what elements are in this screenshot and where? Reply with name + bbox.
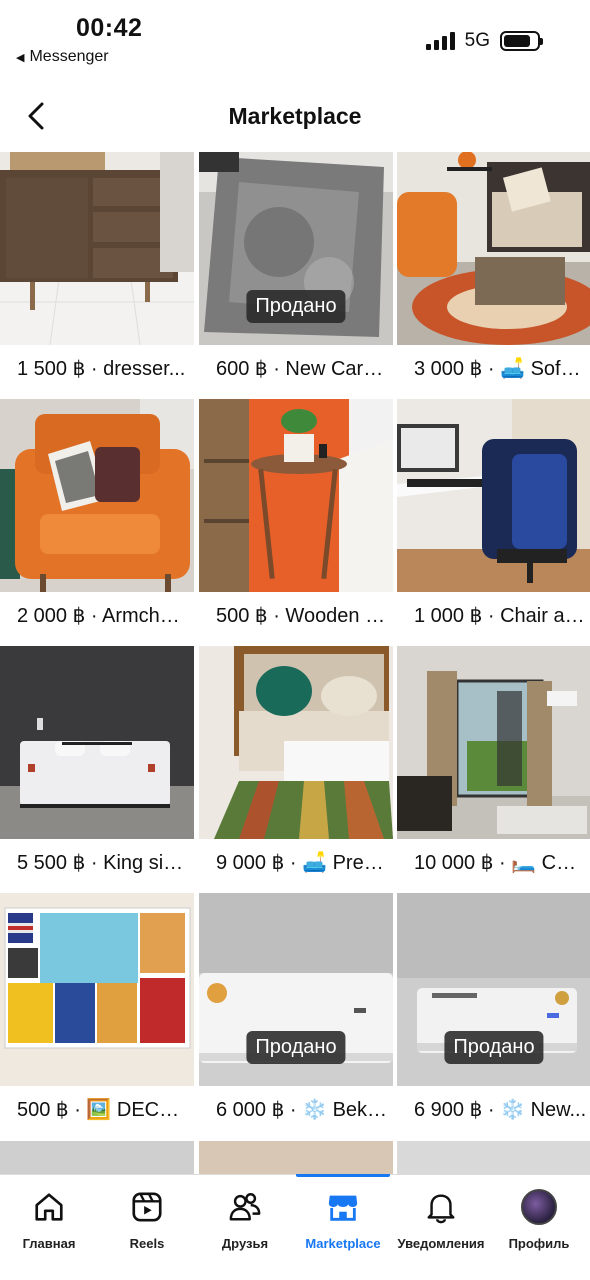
listing-photo <box>0 893 194 1086</box>
listing-card[interactable]: 10 000 ฿ · 🛏️ Condo... <box>397 646 590 893</box>
listing-photo: Продано <box>397 893 590 1086</box>
tab-home-label: Главная <box>22 1236 76 1251</box>
listing-card[interactable]: 3 000 ฿ · 🛋️ Sofa... <box>397 152 590 399</box>
status-time: 00:42 <box>76 14 143 42</box>
listing-card[interactable]: 1 000 ฿ · Chair and... <box>397 399 590 646</box>
listing-photo <box>199 399 393 592</box>
avatar <box>521 1189 557 1225</box>
listing-photo <box>397 646 590 839</box>
listing-caption: 6 000 ฿ · ❄️ Beko... <box>216 1099 393 1121</box>
listing-card[interactable]: Продано 6 000 ฿ · ❄️ Beko... <box>199 893 393 1140</box>
listing-photo: Продано <box>199 893 393 1086</box>
tab-reels[interactable]: Reels <box>98 1175 196 1265</box>
reels-icon <box>129 1189 165 1225</box>
listing-caption: 500 ฿ · Wooden table... <box>216 605 393 627</box>
listing-caption: 500 ฿ · 🖼️ DECOR... <box>17 1099 194 1121</box>
listing-photo: Продано <box>199 152 393 345</box>
listings-row: 500 ฿ · 🖼️ DECOR... Продано 6 000 ฿ · ❄️… <box>0 893 590 1140</box>
listing-card[interactable]: 2 000 ฿ · Armchair... <box>0 399 194 646</box>
back-to-app-link[interactable]: ◀ Messenger <box>16 48 109 66</box>
listing-card[interactable]: 5 500 ฿ · King size... <box>0 646 194 893</box>
signal-icon <box>425 32 455 50</box>
back-triangle-icon: ◀ <box>16 51 25 64</box>
tab-profile[interactable]: Профиль <box>490 1175 588 1265</box>
listing-card[interactable]: 1 500 ฿ · dresser... <box>0 152 194 399</box>
tab-home[interactable]: Главная <box>0 1175 98 1265</box>
listings-row: 2 000 ฿ · Armchair... 500 ฿ · Wooden tab… <box>0 399 590 646</box>
listings-grid: 1 500 ฿ · dresser... Продано 600 ฿ · New… <box>0 152 590 1140</box>
listing-caption: 9 000 ฿ · 🛋️ Premium... <box>216 852 393 874</box>
listing-caption: 10 000 ฿ · 🛏️ Condo... <box>414 852 590 874</box>
listing-photo <box>0 646 194 839</box>
tab-marketplace-label: Marketplace <box>305 1236 381 1251</box>
listings-row: 1 500 ฿ · dresser... Продано 600 ฿ · New… <box>0 152 590 399</box>
listing-caption: 5 500 ฿ · King size... <box>17 852 194 874</box>
tab-reels-label: Reels <box>129 1236 165 1251</box>
listing-caption: 2 000 ฿ · Armchair... <box>17 605 194 627</box>
page-title: Marketplace <box>228 103 362 129</box>
bell-icon <box>423 1189 459 1225</box>
listing-photo <box>199 646 393 839</box>
listing-photo <box>0 399 194 592</box>
tab-friends[interactable]: Друзья <box>196 1175 294 1265</box>
tab-profile-label: Профиль <box>508 1236 570 1251</box>
tab-friends-label: Друзья <box>221 1236 269 1251</box>
listing-card[interactable]: Продано 6 900 ฿ · ❄️ New... <box>397 893 590 1140</box>
listing-photo <box>0 152 194 345</box>
tab-notifications-label: Уведомления <box>397 1236 485 1251</box>
listing-card[interactable]: 9 000 ฿ · 🛋️ Premium... <box>199 646 393 893</box>
back-app-label: Messenger <box>29 48 109 65</box>
listings-row: 5 500 ฿ · King size... 9 000 ฿ · 🛋️ Prem… <box>0 646 590 893</box>
sold-badge: Продано <box>444 1031 544 1064</box>
listing-card[interactable]: 500 ฿ · 🖼️ DECOR... <box>0 893 194 1140</box>
bottom-tab-bar: Главная Reels Друзья Marketplace Уведомл… <box>0 1174 590 1280</box>
profile-avatar <box>521 1189 557 1225</box>
page-header: Marketplace <box>0 86 590 146</box>
home-icon <box>31 1189 67 1225</box>
status-indicators: 5G <box>425 30 543 52</box>
listing-photo <box>397 399 590 592</box>
sold-badge: Продано <box>246 290 346 323</box>
tab-marketplace[interactable]: Marketplace <box>294 1174 392 1265</box>
tab-notifications[interactable]: Уведомления <box>392 1175 490 1265</box>
friends-icon <box>227 1189 263 1225</box>
listing-caption: 1 500 ฿ · dresser... <box>17 358 186 380</box>
listing-card[interactable]: Продано 600 ฿ · New Carpet... <box>199 152 393 399</box>
listing-caption: 3 000 ฿ · 🛋️ Sofa... <box>414 358 589 380</box>
listing-photo <box>397 152 590 345</box>
listing-caption: 600 ฿ · New Carpet... <box>216 358 393 380</box>
listing-caption: 6 900 ฿ · ❄️ New... <box>414 1099 587 1121</box>
network-type: 5G <box>464 30 490 51</box>
battery-icon <box>500 31 543 51</box>
status-bar: 00:42 ◀ Messenger 5G <box>0 0 590 75</box>
store-icon <box>325 1189 361 1225</box>
listing-caption: 1 000 ฿ · Chair and... <box>414 605 590 627</box>
listing-card[interactable]: 500 ฿ · Wooden table... <box>199 399 393 646</box>
sold-badge: Продано <box>246 1031 346 1064</box>
